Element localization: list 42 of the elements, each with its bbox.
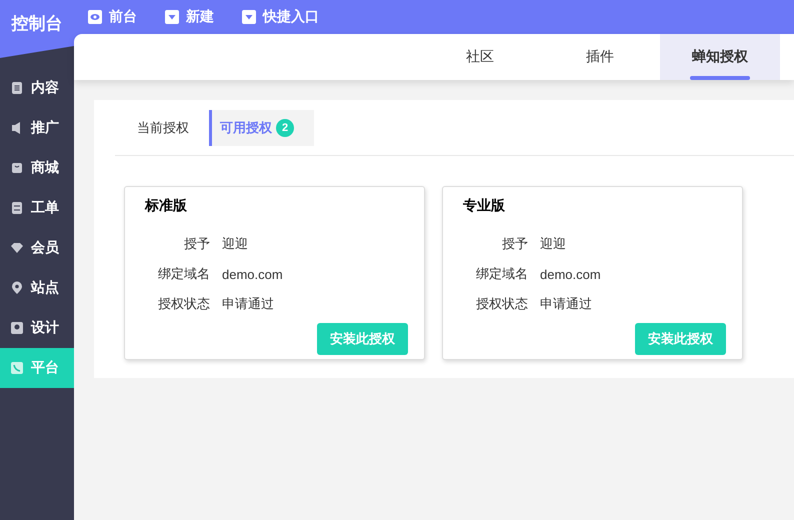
field-value: demo.com — [222, 266, 283, 282]
field-label: 绑定域名 — [475, 265, 529, 283]
field-label: 授权状态 — [157, 295, 211, 313]
tab-label: 当前授权 — [137, 118, 189, 136]
sidebar-item[interactable]: 工单 — [0, 188, 74, 228]
sidebar-item[interactable]: 站点 — [0, 268, 74, 308]
sidebar-item[interactable]: 推广 — [0, 108, 74, 148]
menu-icon — [10, 321, 24, 335]
field-value: 迎迎 — [540, 235, 566, 253]
nav-link[interactable]: 新建 — [165, 8, 214, 26]
nav-link[interactable]: 前台 — [88, 8, 137, 26]
menu-icon — [10, 81, 24, 95]
field-label: 授予 — [183, 235, 211, 253]
sidebar-item[interactable]: 会员 — [0, 228, 74, 268]
menu-icon — [10, 281, 24, 295]
menu-icon — [10, 161, 24, 175]
tab-label: 可用授权 — [220, 118, 272, 136]
caret-icon — [165, 10, 179, 24]
field-value: demo.com — [540, 266, 601, 282]
tab[interactable]: 蝉知授权 — [660, 34, 780, 80]
field-label: 绑定域名 — [157, 265, 211, 283]
tab[interactable]: 社区 — [420, 34, 540, 80]
field-value: 申请通过 — [222, 295, 274, 313]
app-title: 控制台 — [12, 13, 62, 35]
count-badge: 2 — [276, 118, 294, 136]
card-title: 专业版 — [463, 197, 506, 215]
menu-icon — [10, 201, 24, 215]
menu-icon — [10, 361, 24, 375]
sidebar-item[interactable]: 商城 — [0, 148, 74, 188]
nav-link[interactable]: 快捷入口 — [242, 8, 319, 26]
tab[interactable]: 插件 — [540, 34, 660, 80]
menu-icon — [10, 241, 24, 255]
field-label: 授予 — [501, 235, 529, 253]
sidebar-item[interactable]: 内容 — [0, 68, 74, 108]
field-value: 申请通过 — [540, 295, 592, 313]
eye-icon — [88, 10, 102, 24]
sidebar-item[interactable]: 设计 — [0, 308, 74, 348]
caret-icon — [242, 10, 256, 24]
field-label: 授权状态 — [475, 295, 529, 313]
field-value: 迎迎 — [222, 235, 248, 253]
sub-tab[interactable]: 当前授权 — [115, 110, 209, 146]
card-title: 标准版 — [145, 197, 188, 215]
